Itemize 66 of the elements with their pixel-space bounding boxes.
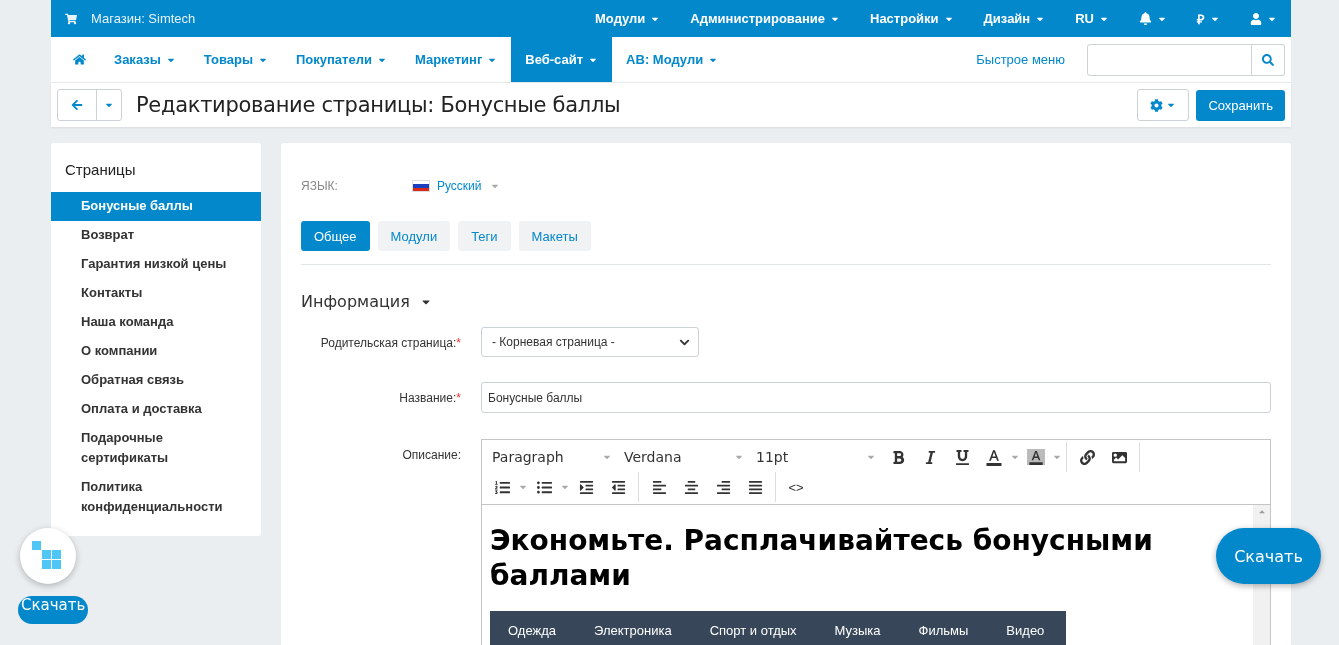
user-menu[interactable] <box>1250 12 1277 25</box>
search-field[interactable] <box>1087 43 1252 76</box>
top-menu[interactable]: Модули <box>595 11 661 26</box>
top-menu[interactable]: Дизайн <box>983 11 1046 26</box>
menu-item: Фильмы <box>918 623 969 640</box>
menu-item: Одежда <box>508 623 556 640</box>
nav-tab[interactable]: AB: Модули <box>612 37 733 82</box>
menu-item: Видео <box>1006 623 1045 640</box>
page-title: Редактирование страницы: Бонусные баллы <box>136 93 622 117</box>
menu-item: Электроника <box>594 623 672 640</box>
font-dropdown[interactable]: Verdana <box>618 449 750 465</box>
save-button[interactable]: Сохранить <box>1196 89 1285 121</box>
quick-menu-link[interactable]: Быстрое меню <box>976 52 1065 67</box>
field-label: Название:* <box>398 390 462 405</box>
parent-page-select[interactable]: - Корневая страница - <box>481 327 699 357</box>
nav-tab[interactable]: Маркетинг <box>400 37 512 82</box>
sidebar-item[interactable]: Гарантия низкой цены <box>51 250 261 279</box>
download-button[interactable]: Скачать <box>1216 528 1321 584</box>
nav-tab[interactable]: Покупатели <box>282 37 401 82</box>
tab[interactable]: Теги <box>458 221 511 251</box>
nav-tab[interactable]: Веб-сайт <box>511 37 613 82</box>
notifications-menu[interactable] <box>1139 12 1167 25</box>
sidebar-item[interactable]: Возврат <box>51 221 261 250</box>
search-icon <box>1262 53 1274 66</box>
cart-icon <box>65 12 77 25</box>
tab[interactable]: Макеты <box>518 221 591 251</box>
sidebar-title: Страницы <box>64 161 137 180</box>
language-label: ЯЗЫК: <box>301 179 339 193</box>
user-icon <box>1250 12 1262 25</box>
section-toggle[interactable]: Информация <box>301 292 1271 311</box>
menu-item: Спорт и отдых <box>709 623 797 640</box>
top-menu[interactable]: RU <box>1075 11 1109 26</box>
bell-icon <box>1139 12 1152 25</box>
name-field[interactable]: Бонусные баллы <box>481 382 1271 413</box>
sidebar-item[interactable]: Контакты <box>51 279 261 308</box>
home-icon <box>73 53 86 66</box>
sidebar-item[interactable]: Наша команда <box>51 308 261 337</box>
tab[interactable]: Модули <box>377 221 451 251</box>
blocks-icon <box>32 541 64 571</box>
block-format-dropdown[interactable]: Paragraph <box>486 449 618 465</box>
sidebar-item[interactable]: Политика конфиденциальности <box>51 473 261 522</box>
tab[interactable]: Общее <box>301 221 370 251</box>
settings-icon <box>1150 98 1164 112</box>
flag-icon <box>413 181 429 191</box>
nav-tab[interactable]: Товары <box>189 37 282 82</box>
font-size-dropdown[interactable]: 11pt <box>750 449 882 465</box>
field-label: Описание: <box>401 447 462 462</box>
store-label[interactable]: Магазин: Simtech <box>91 11 196 26</box>
sidebar-item[interactable]: Обратная связь <box>51 366 261 395</box>
sidebar-item[interactable]: Бонусные баллы <box>51 192 261 221</box>
nav-tab[interactable]: Заказы <box>100 37 190 82</box>
sidebar-item[interactable]: Оплата и доставка <box>51 395 261 424</box>
search-button[interactable] <box>1252 43 1285 76</box>
download-button[interactable]: Скачать <box>18 596 89 624</box>
top-menu[interactable]: Настройки <box>870 11 954 26</box>
currency-menu[interactable]: ₽ <box>1197 9 1220 28</box>
top-menu[interactable]: Администрирование <box>690 11 840 26</box>
settings-button[interactable] <box>1137 89 1190 121</box>
menu-item: Музыка <box>834 623 881 640</box>
language-dropdown[interactable]: Русский <box>413 179 500 193</box>
content-heading: Экономьте. Расплачивайтесь бонусными баллами <box>490 523 1154 593</box>
sidebar-item[interactable]: О компании <box>51 337 261 366</box>
source-code-button[interactable]: <> <box>780 473 812 501</box>
sidebar-item[interactable]: Подарочные сертификаты <box>51 424 261 473</box>
arrow-left-icon <box>71 99 83 111</box>
field-label: Родительская страница:* <box>319 335 462 350</box>
